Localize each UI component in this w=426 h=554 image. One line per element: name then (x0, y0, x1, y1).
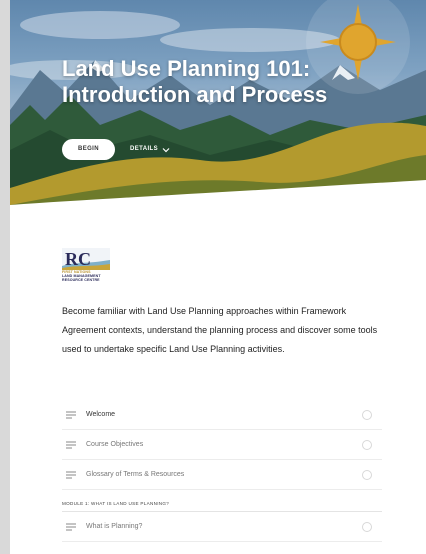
course-title-line-1: Land Use Planning 101: (62, 56, 311, 81)
lesson-label: Welcome (86, 411, 116, 418)
course-title-line-2: Introduction and Process (62, 82, 328, 107)
lesson-text-icon (66, 523, 76, 530)
lesson-label: What is Planning? (86, 523, 143, 530)
module-heading: MODULE 1: WHAT IS LAND USE PLANNING? (62, 490, 382, 512)
lesson-item-glossary[interactable]: Glossary of Terms & Resources (62, 460, 382, 490)
lesson-item-welcome[interactable]: Welcome (62, 400, 382, 430)
lesson-status-circle (362, 410, 372, 420)
lesson-text-icon (66, 441, 76, 448)
lesson-label: Glossary of Terms & Resources (86, 471, 185, 478)
org-logo-letters: RC (65, 249, 91, 269)
details-toggle[interactable]: DETAILS (130, 139, 170, 160)
lesson-text-icon (66, 471, 76, 478)
course-hero: Land Use Planning 101: Introduction and … (10, 0, 426, 205)
lesson-item-course-objectives[interactable]: Course Objectives (62, 430, 382, 460)
lesson-label: Course Objectives (86, 441, 144, 448)
course-page: Land Use Planning 101: Introduction and … (10, 0, 426, 554)
lesson-list: Welcome Course Objectives Glossary of Te… (62, 400, 382, 542)
begin-button[interactable]: BEGIN (62, 139, 115, 160)
lesson-status-circle (362, 440, 372, 450)
org-name-line-3: RESOURCE CENTRE (62, 278, 100, 283)
lesson-status-circle (362, 522, 372, 532)
course-description: Become familiar with Land Use Planning a… (62, 306, 378, 354)
course-title: Land Use Planning 101: Introduction and … (62, 56, 382, 108)
lesson-status-circle (362, 470, 372, 480)
org-name: FIRST NATIONS LAND MANAGEMENT RESOURCE C… (62, 270, 132, 283)
lesson-item-what-is-planning[interactable]: What is Planning? (62, 512, 382, 542)
lesson-text-icon (66, 411, 76, 418)
details-label: DETAILS (130, 146, 159, 152)
chevron-down-icon (162, 147, 170, 152)
